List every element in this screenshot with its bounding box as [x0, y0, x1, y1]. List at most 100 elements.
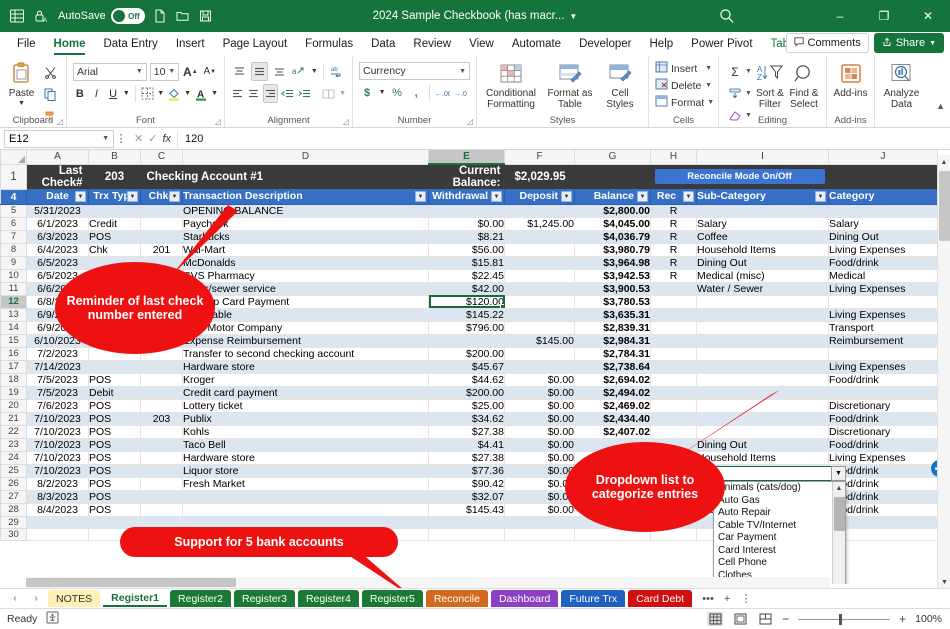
sheet-tab-reconcile[interactable]: Reconcile — [426, 590, 488, 607]
cell-deposit[interactable] — [505, 528, 575, 540]
cell-withdrawal[interactable]: $77.36 — [429, 464, 505, 477]
filter-withdrawal-icon[interactable]: ▼ — [491, 191, 502, 202]
cell-rec[interactable] — [651, 308, 697, 321]
decrease-font-size-icon[interactable]: A▼ — [202, 62, 218, 81]
cell-sub-category[interactable]: Household Items — [697, 243, 829, 256]
copy-icon[interactable] — [40, 85, 60, 104]
percent-format-button[interactable]: % — [389, 83, 405, 102]
table-row[interactable]: 217/10/2023POS203Publix$34.62$0.00$2,434… — [1, 412, 938, 425]
horizontal-scroll-thumb[interactable] — [26, 578, 236, 587]
fill-color-icon[interactable] — [167, 84, 181, 103]
page-layout-view-icon[interactable] — [732, 612, 748, 626]
dropdown-item[interactable]: Animals (cats/dog) — [714, 482, 834, 495]
increase-font-size-icon[interactable]: A▲ — [182, 62, 198, 81]
bold-button[interactable]: B — [73, 84, 87, 103]
row-header-9[interactable]: 9 — [1, 256, 27, 269]
cell-rec[interactable]: R — [651, 256, 697, 269]
chevron-down-icon[interactable]: ▼ — [745, 90, 752, 97]
cell-deposit[interactable]: $145.00 — [505, 334, 575, 347]
cell-withdrawal[interactable]: $120.00 — [429, 295, 505, 308]
row-header-5[interactable]: 5 — [1, 204, 27, 217]
dropdown-item[interactable]: Auto Repair — [714, 507, 834, 520]
align-left-icon[interactable] — [231, 84, 244, 103]
cell-category[interactable]: Reimbursement — [829, 334, 938, 347]
chevron-down-icon[interactable]: ▼ — [339, 84, 346, 103]
chevron-down-icon[interactable]: ▼ — [102, 135, 109, 142]
sheet-tab-register1[interactable]: Register1 — [103, 590, 167, 607]
collapse-ribbon-icon[interactable]: ▲ — [936, 101, 945, 111]
cell-sub-category[interactable] — [697, 308, 829, 321]
tab-power-pivot[interactable]: Power Pivot — [682, 33, 761, 55]
cell-withdrawal[interactable]: $15.81 — [429, 256, 505, 269]
cell-trx-type[interactable] — [89, 360, 141, 373]
document-title[interactable]: 2024 Sample Checkbook (has macr... — [373, 10, 565, 22]
vertical-scrollbar[interactable]: ▲ ▼ — [937, 155, 950, 589]
cell-rec[interactable] — [651, 347, 697, 360]
currency-format-button[interactable]: $ — [359, 83, 375, 102]
cell-chk[interactable] — [141, 425, 183, 438]
cell-chk[interactable]: 203 — [141, 412, 183, 425]
cell-chk[interactable] — [141, 451, 183, 464]
cell-category[interactable]: Living Expenses — [829, 451, 938, 464]
cell-withdrawal[interactable]: $796.00 — [429, 321, 505, 334]
row-header-25[interactable]: 25 — [1, 464, 27, 477]
row-header-4[interactable]: 4 — [1, 189, 27, 204]
insert-function-icon[interactable]: fx — [162, 133, 171, 145]
new-file-icon[interactable] — [152, 8, 168, 24]
cell-category[interactable]: Food/drink — [829, 373, 938, 386]
cell-rec[interactable] — [651, 373, 697, 386]
cell-date[interactable]: 7/10/2023 — [27, 451, 89, 464]
subcategory-dropdown-list[interactable]: Animals (cats/dog)Auto GasAuto RepairCab… — [713, 481, 846, 584]
cell-description[interactable]: Kroger — [183, 373, 429, 386]
dropdown-scrollbar[interactable]: ▲ ▼ — [832, 482, 845, 584]
cell-balance[interactable]: $3,942.53 — [575, 269, 651, 282]
cell-rec[interactable]: R — [651, 204, 697, 217]
col-header-f[interactable]: F — [505, 150, 575, 164]
cell-description[interactable] — [183, 490, 429, 503]
minimize-button[interactable]: – — [818, 0, 862, 32]
cell-sub-category[interactable]: Medical (misc) — [697, 269, 829, 282]
cell-description[interactable]: Expense Reimbursement — [183, 334, 429, 347]
cell-category[interactable]: Food/drink — [829, 256, 938, 269]
cell-deposit[interactable]: $0.00 — [505, 386, 575, 399]
cell-withdrawal[interactable]: $145.22 — [429, 308, 505, 321]
sheet-tab-future-trx[interactable]: Future Trx — [561, 590, 625, 607]
cell-balance[interactable]: $2,738.64 — [575, 360, 651, 373]
increase-indent-icon[interactable] — [298, 84, 312, 103]
cell-balance[interactable]: $4,045.00 — [575, 217, 651, 230]
cell-sub-category[interactable]: Coffee — [697, 230, 829, 243]
chevron-down-icon[interactable]: ▼ — [705, 82, 712, 89]
analyze-data-button[interactable]: Analyze Data — [881, 61, 922, 110]
number-dialog-launcher[interactable]: ◿ — [467, 117, 473, 126]
row-header-8[interactable]: 8 — [1, 243, 27, 256]
cell-withdrawal[interactable] — [429, 204, 505, 217]
cell-deposit[interactable]: $0.00 — [505, 412, 575, 425]
row-header-28[interactable]: 28 — [1, 503, 27, 516]
chevron-down-icon[interactable]: ▼ — [123, 84, 130, 103]
dropdown-arrow-icon[interactable]: ▼ — [831, 466, 846, 481]
cell-deposit[interactable] — [505, 256, 575, 269]
sheet-tab-register3[interactable]: Register3 — [234, 590, 295, 607]
cell-sub-category[interactable]: Salary — [697, 217, 829, 230]
cell-deposit[interactable]: $0.00 — [505, 490, 575, 503]
filter-deposit-icon[interactable]: ▼ — [561, 191, 572, 202]
cell-date[interactable]: 7/6/2023 — [27, 399, 89, 412]
chevron-down-icon[interactable]: ▼ — [745, 68, 752, 75]
filter-date-icon[interactable]: ▼ — [75, 191, 86, 202]
filter-subcat-icon[interactable]: ▼ — [815, 191, 826, 202]
cell-chk[interactable] — [141, 503, 183, 516]
borders-icon[interactable] — [141, 84, 155, 103]
row-header-21[interactable]: 21 — [1, 412, 27, 425]
cell-date[interactable]: 8/2/2023 — [27, 477, 89, 490]
cell-category[interactable] — [829, 386, 938, 399]
more-sheets-icon[interactable]: ••• — [700, 593, 716, 605]
cell-deposit[interactable] — [505, 360, 575, 373]
format-as-table-button[interactable]: Format as Table — [545, 61, 595, 110]
col-header-i[interactable]: I — [697, 150, 829, 164]
tab-page-layout[interactable]: Page Layout — [214, 33, 297, 55]
cell-rec[interactable] — [651, 321, 697, 334]
cell-deposit[interactable]: $0.00 — [505, 399, 575, 412]
cell-chk[interactable] — [141, 477, 183, 490]
close-button[interactable]: ✕ — [906, 0, 950, 32]
maximize-button[interactable]: ❐ — [862, 0, 906, 32]
